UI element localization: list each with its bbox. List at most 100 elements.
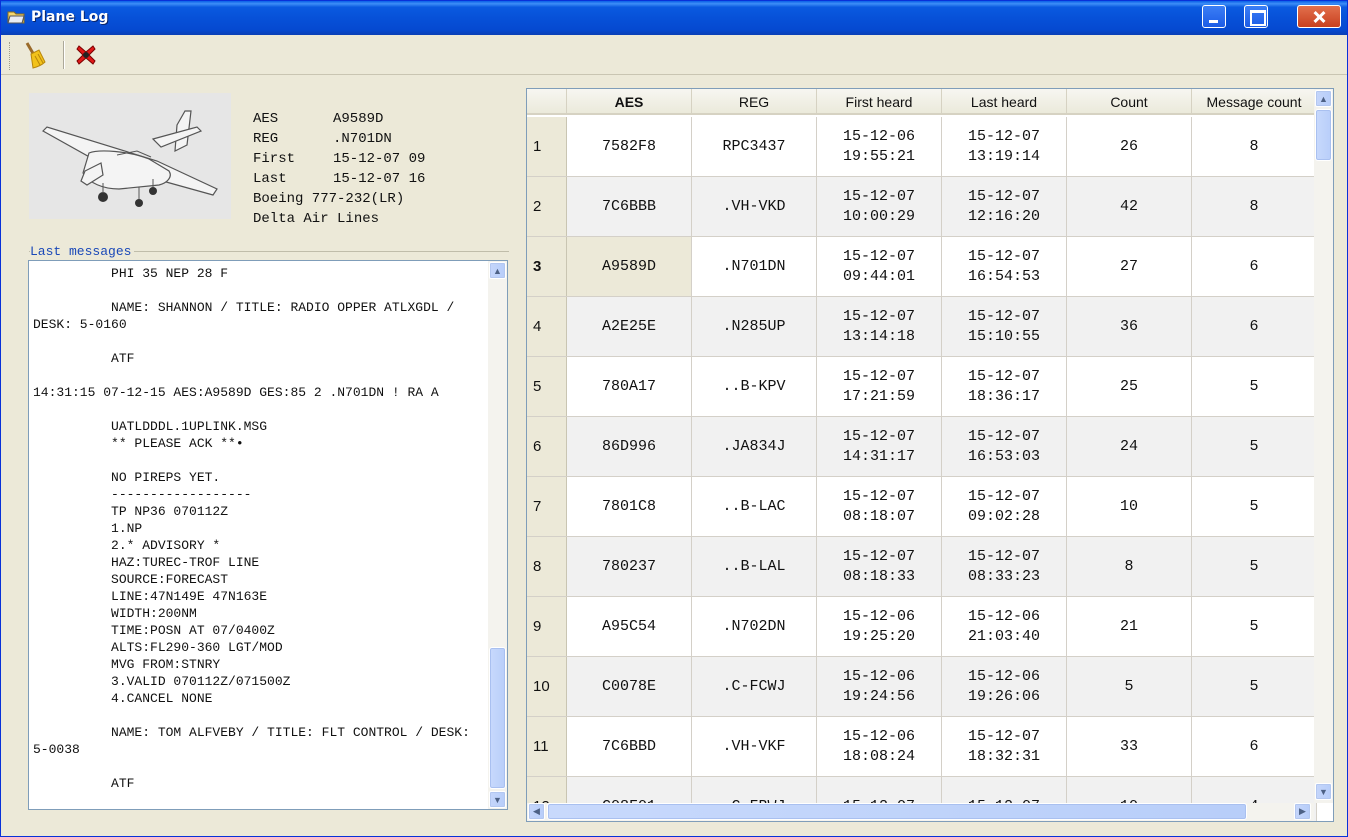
aes-cell[interactable]: A95C54 [567,597,692,656]
count-cell[interactable]: 36 [1067,297,1192,356]
last-heard-cell[interactable]: 15-12-07 12:16:20 [942,177,1067,236]
column-header-last-heard[interactable]: Last heard [942,89,1067,115]
first-heard-cell[interactable]: 15-12-07 10:00:29 [817,177,942,236]
close-button[interactable] [1297,5,1341,28]
table-row[interactable]: 9 A95C54 .N702DN 15-12-06 19:25:20 15-12-06 … [527,597,1317,657]
scroll-up-button[interactable]: ▲ [489,262,506,279]
row-header[interactable]: 3 [527,237,567,296]
planes-table[interactable]: AES REG First heard Last heard Count Mes… [526,88,1334,822]
aes-cell[interactable]: A2E25E [567,297,692,356]
count-cell[interactable]: 42 [1067,177,1192,236]
table-scroll-up-button[interactable]: ▲ [1315,90,1332,107]
table-row[interactable]: 6 86D996 .JA834J 15-12-07 14:31:17 15-12-07 … [527,417,1317,477]
row-header[interactable]: 8 [527,537,567,596]
table-row[interactable]: 1 7582F8 RPC3437 15-12-06 19:55:21 15-12-07 … [527,117,1317,177]
messages-vertical-scrollbar[interactable]: ▲ ▼ [488,261,507,809]
aes-cell[interactable]: 7C6BBB [567,177,692,236]
reg-cell[interactable]: .N702DN [692,597,817,656]
table-vscroll-thumb[interactable] [1315,109,1332,161]
first-heard-cell[interactable]: 15-12-07 08:18:33 [817,537,942,596]
row-header[interactable]: 5 [527,357,567,416]
header-corner[interactable] [527,89,567,115]
table-row[interactable]: 8 780237 ..B-LAL 15-12-07 08:18:33 15-12-07 … [527,537,1317,597]
aes-cell[interactable]: 7C6BBD [567,717,692,776]
count-cell[interactable]: 25 [1067,357,1192,416]
scroll-down-button[interactable]: ▼ [489,791,506,808]
table-horizontal-scrollbar[interactable]: ◀ ▶ [527,803,1314,821]
last-heard-cell[interactable]: 15-12-07 16:54:53 [942,237,1067,296]
toolbar-grip[interactable] [9,42,12,70]
reg-cell[interactable]: ..B-LAC [692,477,817,536]
aes-cell[interactable]: 780237 [567,537,692,596]
count-cell[interactable]: 33 [1067,717,1192,776]
last-heard-cell[interactable]: 15-12-07 16:53:03 [942,417,1067,476]
reg-cell[interactable]: .VH-VKF [692,717,817,776]
messages-textbox[interactable]: PHI 35 NEP 28 F NAME: SHANNON / TITLE: R… [28,260,508,810]
aes-cell[interactable]: C0078E [567,657,692,716]
aes-cell[interactable]: 7801C8 [567,477,692,536]
last-heard-cell[interactable]: 15-12-07 08:33:23 [942,537,1067,596]
table-hscroll-thumb[interactable] [547,803,1247,820]
row-header[interactable]: 6 [527,417,567,476]
minimize-button[interactable] [1202,5,1226,28]
aes-cell[interactable]: 86D996 [567,417,692,476]
message-count-cell[interactable]: 5 [1192,417,1317,476]
count-cell[interactable]: 10 [1067,477,1192,536]
table-scroll-left-button[interactable]: ◀ [528,803,545,820]
last-heard-cell[interactable]: 15-12-06 19:26:06 [942,657,1067,716]
last-heard-cell[interactable]: 15-12-07 18:36:17 [942,357,1067,416]
first-heard-cell[interactable]: 15-12-06 18:08:24 [817,717,942,776]
reg-cell[interactable]: ..B-KPV [692,357,817,416]
message-count-cell[interactable]: 6 [1192,237,1317,296]
row-header[interactable]: 9 [527,597,567,656]
table-scroll-right-button[interactable]: ▶ [1294,803,1311,820]
column-header-first-heard[interactable]: First heard [817,89,942,115]
column-header-message-count[interactable]: Message count [1192,89,1317,115]
reg-cell[interactable]: RPC3437 [692,117,817,176]
aes-cell[interactable]: A9589D [567,237,692,296]
aes-cell[interactable]: 780A17 [567,357,692,416]
message-count-cell[interactable]: 8 [1192,177,1317,236]
message-count-cell[interactable]: 8 [1192,117,1317,176]
table-row[interactable]: 10 C0078E .C-FCWJ 15-12-06 19:24:56 15-12-06… [527,657,1317,717]
table-row[interactable]: 2 7C6BBB .VH-VKD 15-12-07 10:00:29 15-12-07 … [527,177,1317,237]
reg-cell[interactable]: .C-FCWJ [692,657,817,716]
count-cell[interactable]: 5 [1067,657,1192,716]
table-row[interactable]: 5 780A17 ..B-KPV 15-12-07 17:21:59 15-12-07 … [527,357,1317,417]
count-cell[interactable]: 21 [1067,597,1192,656]
last-heard-cell[interactable]: 15-12-07 09:02:28 [942,477,1067,536]
reg-cell[interactable]: ..B-LAL [692,537,817,596]
first-heard-cell[interactable]: 15-12-07 17:21:59 [817,357,942,416]
first-heard-cell[interactable]: 15-12-07 09:44:01 [817,237,942,296]
count-cell[interactable]: 26 [1067,117,1192,176]
first-heard-cell[interactable]: 15-12-06 19:55:21 [817,117,942,176]
title-bar[interactable]: Plane Log [1,1,1347,35]
first-heard-cell[interactable]: 15-12-07 08:18:07 [817,477,942,536]
table-row[interactable]: 3 A9589D .N701DN 15-12-07 09:44:01 15-12-07 … [527,237,1317,297]
column-header-count[interactable]: Count [1067,89,1192,115]
first-heard-cell[interactable]: 15-12-06 19:24:56 [817,657,942,716]
message-count-cell[interactable]: 6 [1192,717,1317,776]
column-header-reg[interactable]: REG [692,89,817,115]
message-count-cell[interactable]: 5 [1192,477,1317,536]
count-cell[interactable]: 24 [1067,417,1192,476]
table-row[interactable]: 11 7C6BBD .VH-VKF 15-12-06 18:08:24 15-12-07… [527,717,1317,777]
reg-cell[interactable]: .JA834J [692,417,817,476]
message-count-cell[interactable]: 5 [1192,357,1317,416]
table-row[interactable]: 4 A2E25E .N285UP 15-12-07 13:14:18 15-12-07 … [527,297,1317,357]
row-header[interactable]: 1 [527,117,567,176]
last-heard-cell[interactable]: 15-12-07 13:19:14 [942,117,1067,176]
stop-button[interactable] [71,40,101,70]
table-vertical-scrollbar[interactable]: ▲ ▼ [1314,89,1333,803]
message-count-cell[interactable]: 6 [1192,297,1317,356]
message-count-cell[interactable]: 5 [1192,537,1317,596]
table-row[interactable]: 7 7801C8 ..B-LAC 15-12-07 08:18:07 15-12-07 … [527,477,1317,537]
last-heard-cell[interactable]: 15-12-07 18:32:31 [942,717,1067,776]
row-header[interactable]: 11 [527,717,567,776]
reg-cell[interactable]: .N285UP [692,297,817,356]
first-heard-cell[interactable]: 15-12-07 14:31:17 [817,417,942,476]
message-count-cell[interactable]: 5 [1192,597,1317,656]
table-scroll-down-button[interactable]: ▼ [1315,783,1332,800]
row-header[interactable]: 10 [527,657,567,716]
scroll-thumb[interactable] [489,647,506,789]
